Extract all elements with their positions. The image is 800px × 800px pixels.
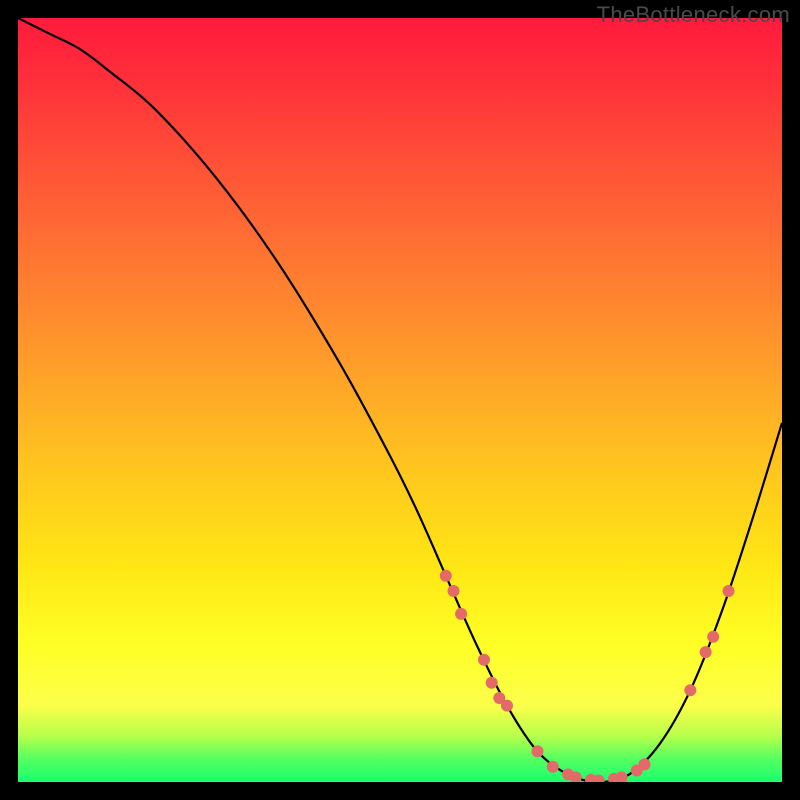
data-marker — [639, 758, 651, 770]
data-marker — [723, 585, 735, 597]
data-marker — [700, 646, 712, 658]
data-marker — [616, 771, 628, 782]
data-markers — [440, 570, 735, 782]
chart-canvas — [18, 18, 782, 782]
data-marker — [448, 585, 460, 597]
data-marker — [478, 654, 490, 666]
bottleneck-curve — [18, 18, 782, 782]
watermark-text: TheBottleneck.com — [597, 2, 790, 28]
data-marker — [547, 761, 559, 773]
data-marker — [455, 608, 467, 620]
data-marker — [707, 631, 719, 643]
data-marker — [684, 684, 696, 696]
data-marker — [501, 700, 513, 712]
chart-svg — [18, 18, 782, 782]
data-marker — [440, 570, 452, 582]
data-marker — [532, 745, 544, 757]
data-marker — [486, 677, 498, 689]
